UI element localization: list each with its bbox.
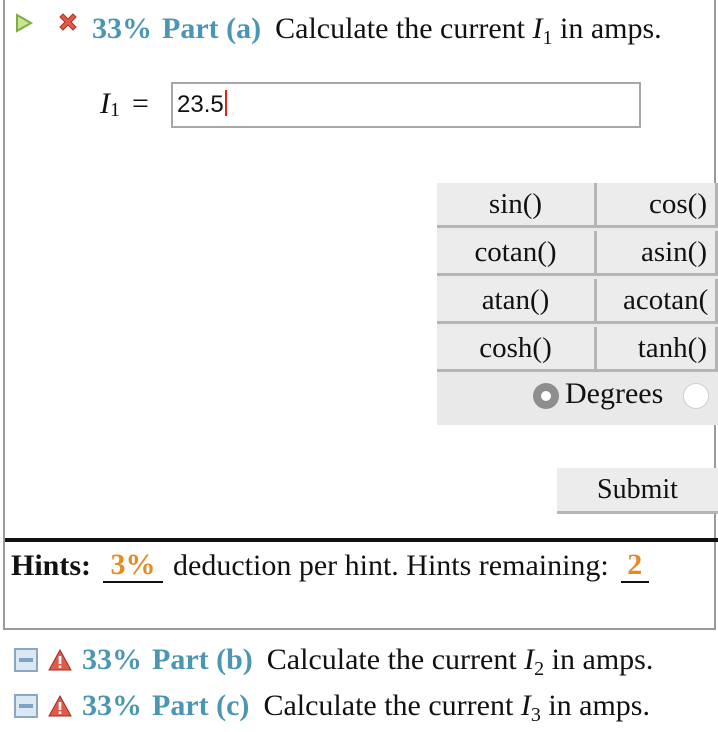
angle-mode-row: Degrees <box>437 375 718 419</box>
hint-deduction-link[interactable]: 3% <box>103 549 164 583</box>
hints-row: Hints: 3% deduction per hint. Hints rema… <box>11 546 649 586</box>
answer-equation-label: I1 = <box>100 87 149 121</box>
tanh-key[interactable]: tanh() <box>597 327 718 372</box>
hints-title: Hints: <box>11 549 92 582</box>
degrees-radio[interactable] <box>533 383 559 409</box>
cotan-key[interactable]: cotan() <box>437 231 597 276</box>
acotan-key[interactable]: acotan( <box>597 279 718 324</box>
part-c-row[interactable]: 33% Part (c) Calculate the current I3 in… <box>14 686 650 726</box>
warning-icon <box>48 694 72 717</box>
part-b-question: Calculate the current I2 in amps. <box>266 643 654 680</box>
warning-icon <box>48 648 72 671</box>
incorrect-x-icon <box>59 13 77 31</box>
part-b-row[interactable]: 33% Part (b) Calculate the current I2 in… <box>14 640 653 680</box>
part-c-percent: 33% <box>82 689 142 722</box>
part-b-label: Part (b) <box>152 643 253 676</box>
atan-key[interactable]: atan() <box>437 279 597 324</box>
part-c-question: Calculate the current I3 in amps. <box>263 689 650 726</box>
part-a-label: Part (a) <box>162 12 262 45</box>
part-a-percent: 33% <box>92 12 152 45</box>
hints-divider <box>5 538 718 542</box>
sin-key[interactable]: sin() <box>437 183 597 228</box>
cos-key[interactable]: cos() <box>597 183 718 228</box>
part-collapsed-icon[interactable] <box>14 694 38 718</box>
expand-arrow-icon[interactable] <box>14 12 34 34</box>
part-a-question: Calculate the current I1 in amps. <box>275 12 662 49</box>
submit-button[interactable]: Submit <box>557 468 718 514</box>
degrees-label: Degrees <box>565 377 664 410</box>
radians-radio[interactable] <box>683 383 709 409</box>
part-b-percent: 33% <box>82 643 142 676</box>
part-collapsed-icon[interactable] <box>14 648 38 672</box>
hints-text: deduction per hint. Hints remaining: <box>173 549 609 582</box>
asin-key[interactable]: asin() <box>597 231 718 276</box>
part-c-label: Part (c) <box>152 689 250 722</box>
part-a-header: 33% Part (a) Calculate the current I1 in… <box>92 8 662 50</box>
text-caret <box>224 90 227 116</box>
cosh-key[interactable]: cosh() <box>437 327 597 372</box>
answer-input[interactable]: 23.5 <box>171 82 641 128</box>
function-keypad: sin() cos() cotan() asin() atan() acotan… <box>437 183 718 425</box>
hints-remaining-link[interactable]: 2 <box>620 549 649 583</box>
